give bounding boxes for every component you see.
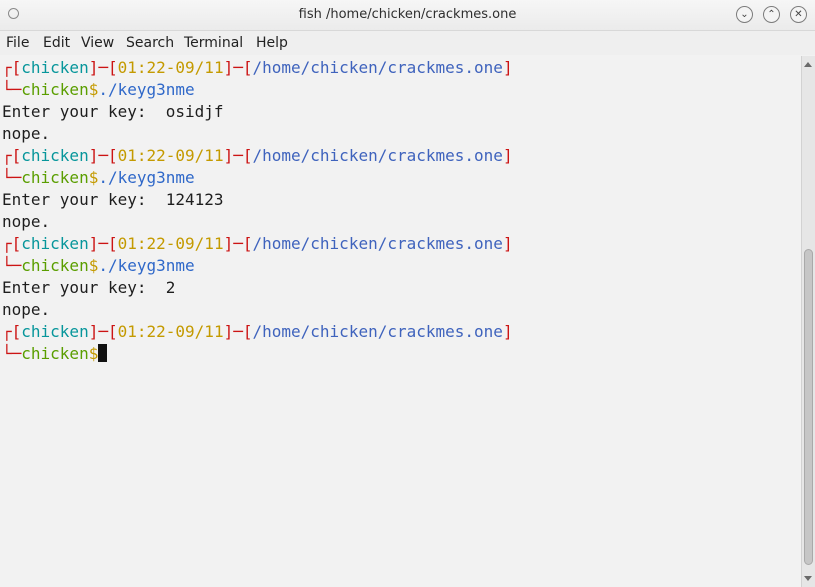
prompt-path: /home/chicken/crackmes.one bbox=[252, 234, 503, 253]
prompt-line: ┌[chicken]─[01:22-09/11]─[/home/chicken/… bbox=[2, 58, 513, 77]
prompt-line: ┌[chicken]─[01:22-09/11]─[/home/chicken/… bbox=[2, 234, 513, 253]
prompt-symbol: $ bbox=[88, 168, 99, 187]
menu-file[interactable]: File bbox=[6, 35, 29, 51]
prompt-user-short: chicken bbox=[21, 168, 89, 187]
prompt-path: /home/chicken/crackmes.one bbox=[252, 58, 503, 77]
active-command-line[interactable]: └─chicken$ bbox=[2, 343, 108, 365]
command-line: └─chicken$./keyg3nme bbox=[2, 80, 195, 99]
menu-terminal[interactable]: Terminal bbox=[184, 35, 243, 51]
menu-edit[interactable]: Edit bbox=[43, 35, 70, 51]
menu-search[interactable]: Search bbox=[126, 35, 174, 51]
prompt-user-short: chicken bbox=[21, 344, 89, 363]
menu-view[interactable]: View bbox=[81, 35, 114, 51]
command-text: ./keyg3nme bbox=[98, 80, 195, 99]
menu-bar: File Edit View Search Terminal Help bbox=[0, 31, 815, 55]
prompt-user-short: chicken bbox=[21, 256, 89, 275]
vertical-scrollbar[interactable] bbox=[801, 56, 815, 587]
output-line: nope. bbox=[2, 124, 51, 143]
prompt-user: chicken bbox=[21, 234, 89, 253]
prompt-path: /home/chicken/crackmes.one bbox=[252, 322, 503, 341]
prompt-user: chicken bbox=[21, 58, 89, 77]
prompt-symbol: $ bbox=[88, 256, 99, 275]
prompt-time: 01:22-09/11 bbox=[117, 234, 224, 253]
prompt-time: 01:22-09/11 bbox=[117, 322, 224, 341]
prompt-user: chicken bbox=[21, 146, 89, 165]
title-bar[interactable]: fish /home/chicken/crackmes.one ⌄ ⌃ ✕ bbox=[0, 0, 815, 31]
prompt-line: ┌[chicken]─[01:22-09/11]─[/home/chicken/… bbox=[2, 322, 513, 341]
maximize-button[interactable]: ⌃ bbox=[763, 6, 780, 23]
scroll-up-arrow-icon[interactable] bbox=[804, 62, 812, 67]
scroll-thumb[interactable] bbox=[804, 249, 813, 565]
prompt-symbol: $ bbox=[88, 80, 99, 99]
prompt-user: chicken bbox=[21, 322, 89, 341]
window-title: fish /home/chicken/crackmes.one bbox=[298, 7, 517, 22]
key-prompt-line: Enter your key: osidjf bbox=[2, 102, 224, 121]
prompt-user-short: chicken bbox=[21, 80, 89, 99]
prompt-line: ┌[chicken]─[01:22-09/11]─[/home/chicken/… bbox=[2, 146, 513, 165]
scroll-down-arrow-icon[interactable] bbox=[804, 576, 812, 581]
command-line: └─chicken$./keyg3nme bbox=[2, 168, 195, 187]
key-prompt-line: Enter your key: 2 bbox=[2, 278, 176, 297]
minimize-button[interactable]: ⌄ bbox=[736, 6, 753, 23]
text-cursor bbox=[98, 344, 108, 362]
prompt-time: 01:22-09/11 bbox=[117, 58, 224, 77]
close-button[interactable]: ✕ bbox=[790, 6, 807, 23]
terminal-window: fish /home/chicken/crackmes.one ⌄ ⌃ ✕ Fi… bbox=[0, 0, 815, 587]
menu-help[interactable]: Help bbox=[256, 35, 288, 51]
key-prompt-line: Enter your key: 124123 bbox=[2, 190, 224, 209]
output-line: nope. bbox=[2, 300, 51, 319]
prompt-path: /home/chicken/crackmes.one bbox=[252, 146, 503, 165]
command-text: ./keyg3nme bbox=[98, 256, 195, 275]
command-line: └─chicken$./keyg3nme bbox=[2, 256, 195, 275]
prompt-time: 01:22-09/11 bbox=[117, 146, 224, 165]
terminal-output[interactable]: ┌[chicken]─[01:22-09/11]─[/home/chicken/… bbox=[0, 56, 801, 587]
command-text: ./keyg3nme bbox=[98, 168, 195, 187]
prompt-symbol: $ bbox=[88, 344, 99, 363]
output-line: nope. bbox=[2, 212, 51, 231]
